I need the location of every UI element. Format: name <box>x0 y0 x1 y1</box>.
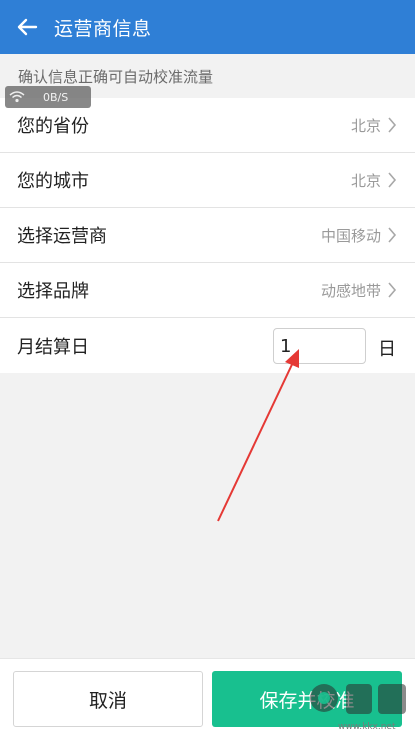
row-value: 动感地带 <box>320 281 381 300</box>
wifi-icon <box>5 86 29 108</box>
chevron-right-icon <box>388 172 397 188</box>
row-value: 北京 <box>350 116 381 135</box>
city-row[interactable]: 您的城市 北京 <box>0 153 415 208</box>
row-value: 北京 <box>350 171 381 190</box>
billing-day-unit: 日 <box>378 339 396 360</box>
cancel-button[interactable]: 取消 <box>13 671 203 727</box>
billing-day-input[interactable] <box>273 328 366 364</box>
row-label: 选择运营商 <box>17 226 107 247</box>
chevron-right-icon <box>388 117 397 133</box>
brand-row[interactable]: 选择品牌 动感地带 <box>0 263 415 318</box>
row-value: 中国移动 <box>320 226 381 245</box>
watermark-url: www.kkx.net <box>338 722 396 732</box>
row-label: 选择品牌 <box>17 281 89 302</box>
watermark-logo: www.kkx.net <box>302 672 412 734</box>
calibration-hint: 确认信息正确可自动校准流量 <box>18 68 214 86</box>
page-title: 运营商信息 <box>54 17 152 40</box>
carrier-row[interactable]: 选择运营商 中国移动 <box>0 208 415 263</box>
row-label: 您的省份 <box>17 116 89 137</box>
chevron-right-icon <box>388 282 397 298</box>
billing-day-label: 月结算日 <box>17 336 89 358</box>
back-arrow-icon[interactable] <box>0 0 54 54</box>
app-header: 运营商信息 <box>0 0 415 54</box>
row-label: 您的城市 <box>17 171 89 192</box>
network-speed-badge: 0B/S <box>5 86 91 108</box>
network-speed-value: 0B/S <box>43 90 69 104</box>
chevron-right-icon <box>388 227 397 243</box>
